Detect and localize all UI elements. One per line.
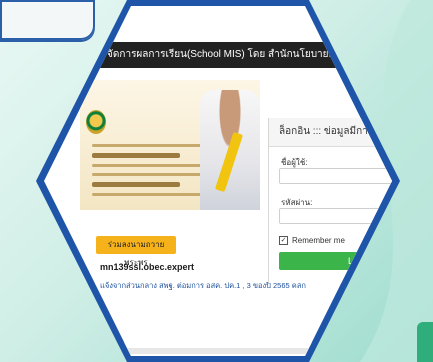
- remember-checkbox-icon[interactable]: ✓: [279, 236, 288, 245]
- remember-label: Remember me: [292, 236, 345, 245]
- sign-blessing-button[interactable]: ร่วมลงนามถวายพระพร: [96, 236, 176, 267]
- background-card: [0, 0, 95, 40]
- green-accent-mark: [417, 322, 433, 362]
- portrait-banner: [80, 80, 260, 210]
- sash-decoration: [214, 131, 244, 193]
- username-input[interactable]: [279, 168, 392, 184]
- portrait-image: [200, 90, 260, 210]
- banner-text-lines: [92, 138, 202, 202]
- server-name: mn139ssl.obec.expert: [100, 262, 195, 272]
- emblem-icon: [86, 110, 106, 134]
- remember-me[interactable]: ✓ Remember me: [279, 236, 345, 245]
